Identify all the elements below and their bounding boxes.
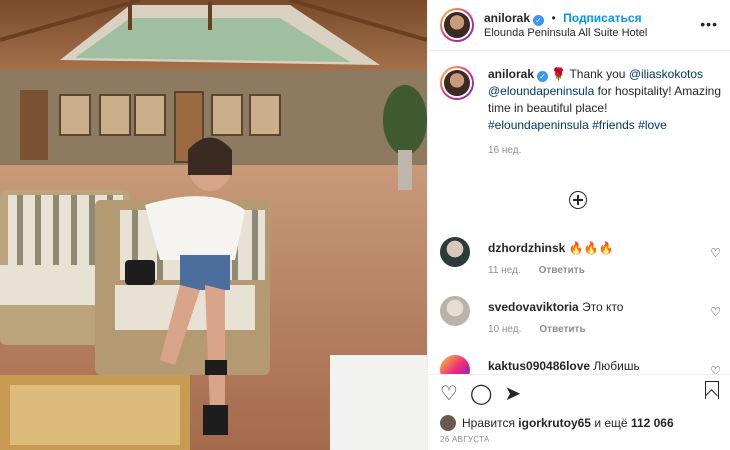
like-comment-icon[interactable]: ♡ (710, 305, 721, 319)
caption-timestamp: 16 нед. (488, 145, 522, 156)
mention-eloundapeninsula[interactable]: @eloundapeninsula (488, 84, 594, 98)
location-link[interactable]: Elounda Peninsula All Suite Hotel (484, 26, 647, 41)
hashtag-friends[interactable]: #friends (592, 118, 635, 132)
comment-text: 🔥🔥🔥 (568, 241, 614, 255)
comment-username[interactable]: svedovaviktoria (488, 300, 579, 314)
caption-verified-icon: ✓ (537, 71, 549, 82)
more-options-icon[interactable]: ••• (700, 16, 718, 32)
avatar-image (442, 10, 472, 40)
comment-username[interactable]: kaktus090486love (488, 359, 590, 373)
share-send-icon[interactable]: ➤ (504, 383, 521, 405)
rose-emoji: 🌹 (551, 67, 567, 81)
comment-bubble-icon[interactable]: ◯ (470, 383, 492, 405)
comment-time: 11 нед. (488, 265, 521, 276)
follow-button[interactable]: Подписаться (563, 11, 641, 25)
post-caption: anilorak ✓ 🌹 Thank you @iliaskokotos @elo… (440, 66, 725, 159)
likes-prefix: Нравится (462, 416, 515, 430)
reply-button[interactable]: Ответить (539, 324, 585, 335)
post-header: anilorak ✓ • Подписаться Elounda Peninsul… (428, 0, 730, 51)
hashtag-eloundapeninsula[interactable]: #eloundapeninsula (488, 118, 589, 132)
save-bookmark-icon[interactable] (705, 381, 719, 399)
post-sidebar: anilorak ✓ • Подписаться Elounda Peninsul… (427, 0, 730, 450)
likes-middle: и ещё (594, 416, 628, 430)
author-username[interactable]: anilorak (484, 11, 530, 25)
load-more-comments-icon[interactable] (569, 191, 587, 209)
likes-summary[interactable]: Нравится igorkrutoy65 и ещё 112 066 (440, 415, 674, 431)
comment-text: Любишь (593, 359, 640, 373)
caption-username[interactable]: anilorak (488, 67, 534, 81)
caption-avatar-image (442, 68, 472, 98)
like-comment-icon[interactable]: ♡ (710, 246, 721, 260)
reply-button[interactable]: Ответить (539, 265, 585, 276)
post-actions: ♡ ◯ ➤ Нравится igorkrutoy65 и ещё 112 066 … (428, 374, 730, 450)
like-heart-icon[interactable]: ♡ (440, 383, 458, 405)
post-photo-illustration (0, 0, 427, 450)
mention-iliaskokotos[interactable]: @iliaskokotos (629, 67, 703, 81)
post-photo[interactable] (0, 0, 427, 450)
verified-badge-icon: ✓ (533, 14, 545, 26)
comment-time: 10 нед. (488, 324, 522, 335)
separator-dot: • (551, 10, 556, 25)
comment-avatar[interactable] (440, 296, 470, 326)
liker-avatar (440, 415, 456, 431)
hashtag-love[interactable]: #love (638, 118, 667, 132)
post-date: 26 АВГУСТА (440, 435, 490, 444)
likes-count[interactable]: 112 066 (631, 416, 674, 430)
liker-username[interactable]: igorkrutoy65 (518, 416, 591, 430)
caption-avatar[interactable] (440, 66, 474, 100)
comment-username[interactable]: dzhordzhinsk (488, 241, 565, 255)
comment-text: Это кто (582, 300, 624, 314)
avatar[interactable] (440, 8, 474, 42)
comment-avatar[interactable] (440, 237, 470, 267)
caption-text-start: Thank you (566, 67, 626, 81)
